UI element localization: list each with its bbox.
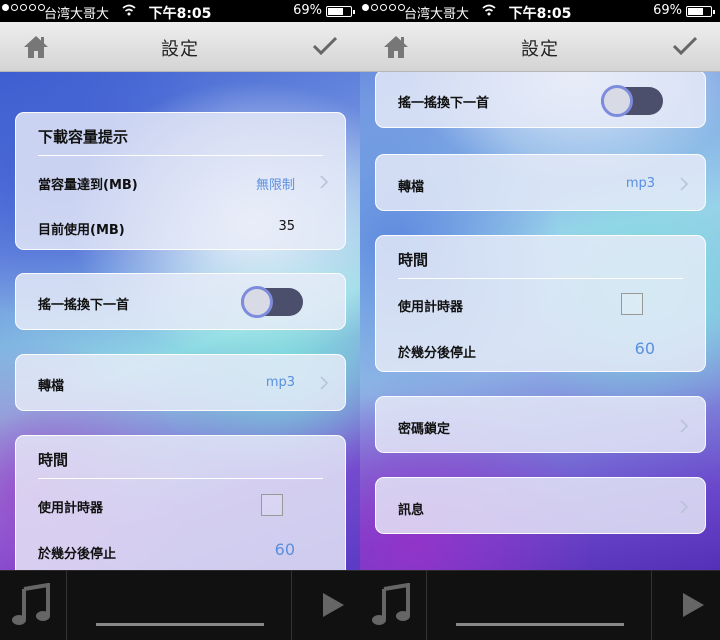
settings-screen-right: 台湾大哥大 下午8:05 69% 設定 搖一搖換下一首 轉檔 mp3 時間 使用… (360, 0, 720, 640)
music-note-icon[interactable] (370, 583, 412, 627)
timer-card: 時間 使用計時器 於幾分後停止 60 (15, 435, 346, 570)
toggle-knob (601, 85, 633, 117)
download-capacity-card: 下載容量提示 當容量達到(MB) 無限制 目前使用(MB) 35 (15, 112, 346, 250)
convert-format-label: 轉檔 (38, 379, 65, 394)
use-timer-checkbox[interactable] (621, 293, 643, 315)
timer-header: 時間 (398, 251, 429, 269)
convert-format-value: mp3 (625, 176, 655, 191)
playback-progress[interactable] (96, 623, 264, 626)
page-title: 設定 (161, 39, 199, 60)
page-title: 設定 (521, 39, 559, 60)
separator (426, 571, 427, 640)
battery-icon (326, 6, 355, 17)
capacity-limit-value: 無限制 (255, 178, 295, 193)
separator (291, 571, 292, 640)
play-icon[interactable] (320, 591, 346, 619)
download-capacity-header: 下載容量提示 (38, 128, 129, 146)
player-bar (0, 570, 360, 640)
convert-format-label: 轉檔 (398, 180, 425, 195)
battery-percent: 69% (293, 3, 322, 18)
toggle-knob (241, 286, 273, 318)
stop-after-label: 於幾分後停止 (38, 547, 117, 562)
divider (398, 278, 683, 279)
settings-content[interactable]: 搖一搖換下一首 轉檔 mp3 時間 使用計時器 於幾分後停止 60 密碼鎖定 訊… (360, 72, 720, 570)
play-icon[interactable] (680, 591, 706, 619)
settings-screen-left: 台湾大哥大 下午8:05 69% 設定 下載容量提示 當容量達到(MB) 無限制… (0, 0, 360, 640)
shake-next-card: 搖一搖換下一首 (15, 273, 346, 330)
convert-format-card[interactable]: 轉檔 mp3 (375, 154, 706, 211)
status-bar: 台湾大哥大 下午8:05 69% (360, 0, 720, 22)
settings-content[interactable]: 下載容量提示 當容量達到(MB) 無限制 目前使用(MB) 35 搖一搖換下一首… (0, 72, 360, 570)
timer-card: 時間 使用計時器 於幾分後停止 60 (375, 235, 706, 372)
status-bar: 台湾大哥大 下午8:05 69% (0, 0, 360, 22)
chevron-right-icon (680, 419, 689, 433)
checkmark-icon[interactable] (672, 35, 698, 57)
nav-bar: 設定 (0, 22, 360, 72)
capacity-limit-label: 當容量達到(MB) (38, 178, 138, 193)
passcode-lock-label: 密碼鎖定 (398, 422, 451, 437)
convert-format-card[interactable]: 轉檔 mp3 (15, 354, 346, 411)
info-label: 訊息 (398, 503, 425, 518)
stop-after-value[interactable]: 60 (635, 339, 655, 358)
chevron-right-icon (680, 177, 689, 191)
shake-next-label: 搖一搖換下一首 (398, 96, 490, 111)
shake-next-label: 搖一搖換下一首 (38, 298, 130, 313)
shake-next-toggle[interactable] (601, 85, 663, 117)
passcode-lock-card[interactable]: 密碼鎖定 (375, 396, 706, 453)
app-root: 台湾大哥大 下午8:05 69% 設定 下載容量提示 當容量達到(MB) 無限制… (0, 0, 720, 640)
chevron-right-icon (680, 500, 689, 514)
current-usage-value: 35 (278, 219, 295, 234)
chevron-right-icon (320, 175, 329, 189)
current-usage-label: 目前使用(MB) (38, 223, 125, 238)
shake-next-toggle[interactable] (241, 286, 303, 318)
divider (38, 478, 323, 479)
nav-bar: 設定 (360, 22, 720, 72)
use-timer-label: 使用計時器 (38, 501, 104, 516)
separator (651, 571, 652, 640)
divider (38, 155, 323, 156)
convert-format-value: mp3 (265, 375, 295, 390)
separator (66, 571, 67, 640)
chevron-right-icon (320, 376, 329, 390)
stop-after-label: 於幾分後停止 (398, 346, 477, 361)
battery-percent: 69% (653, 3, 682, 18)
use-timer-label: 使用計時器 (398, 300, 464, 315)
music-note-icon[interactable] (10, 583, 52, 627)
use-timer-checkbox[interactable] (261, 494, 283, 516)
timer-header: 時間 (38, 451, 69, 469)
info-card[interactable]: 訊息 (375, 477, 706, 534)
stop-after-value[interactable]: 60 (275, 540, 295, 559)
playback-progress[interactable] (456, 623, 624, 626)
battery-icon (686, 6, 715, 17)
player-bar (360, 570, 720, 640)
shake-next-card: 搖一搖換下一首 (375, 72, 706, 128)
checkmark-icon[interactable] (312, 35, 338, 57)
